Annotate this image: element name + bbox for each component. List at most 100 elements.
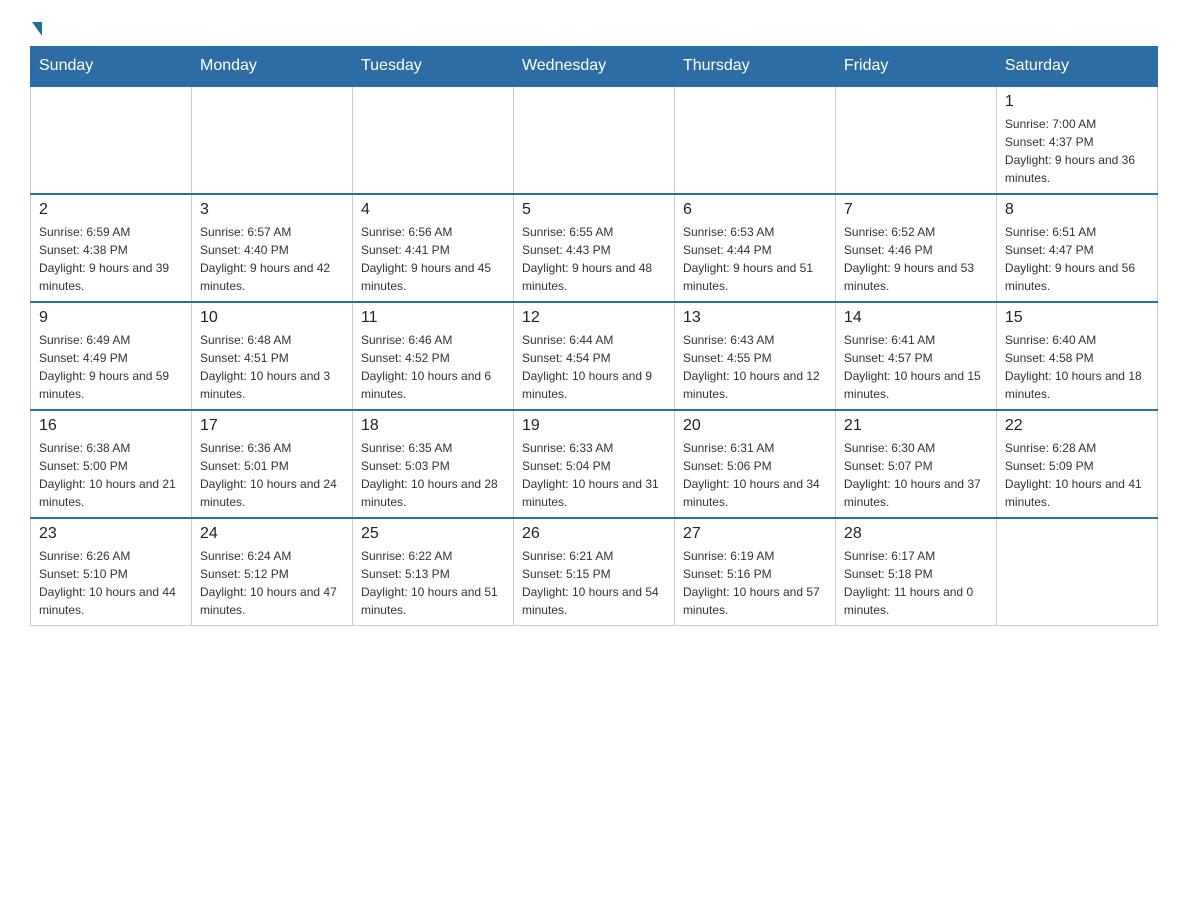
weekday-header-saturday: Saturday [996, 47, 1157, 87]
weekday-header-tuesday: Tuesday [352, 47, 513, 87]
day-info: Sunrise: 6:35 AM Sunset: 5:03 PM Dayligh… [361, 439, 505, 511]
day-info: Sunrise: 6:38 AM Sunset: 5:00 PM Dayligh… [39, 439, 183, 511]
day-number: 17 [200, 417, 344, 435]
day-number: 6 [683, 201, 827, 219]
calendar-day-cell [835, 86, 996, 194]
logo-text [30, 20, 42, 36]
day-info: Sunrise: 6:28 AM Sunset: 5:09 PM Dayligh… [1005, 439, 1149, 511]
day-info: Sunrise: 6:55 AM Sunset: 4:43 PM Dayligh… [522, 223, 666, 295]
calendar-day-cell [674, 86, 835, 194]
day-number: 9 [39, 309, 183, 327]
day-number: 16 [39, 417, 183, 435]
calendar-day-cell: 15 Sunrise: 6:40 AM Sunset: 4:58 PM Dayli… [996, 302, 1157, 410]
day-info: Sunrise: 6:19 AM Sunset: 5:16 PM Dayligh… [683, 547, 827, 619]
day-info: Sunrise: 6:56 AM Sunset: 4:41 PM Dayligh… [361, 223, 505, 295]
day-number: 15 [1005, 309, 1149, 327]
day-info: Sunrise: 6:51 AM Sunset: 4:47 PM Dayligh… [1005, 223, 1149, 295]
day-number: 13 [683, 309, 827, 327]
weekday-header-thursday: Thursday [674, 47, 835, 87]
day-info: Sunrise: 6:24 AM Sunset: 5:12 PM Dayligh… [200, 547, 344, 619]
calendar-day-cell: 19Sunrise: 6:33 AM Sunset: 5:04 PM Dayli… [513, 410, 674, 518]
calendar-day-cell: 25Sunrise: 6:22 AM Sunset: 5:13 PM Dayli… [352, 518, 513, 626]
day-info: Sunrise: 6:41 AM Sunset: 4:57 PM Dayligh… [844, 331, 988, 403]
day-number: 11 [361, 309, 505, 327]
day-number: 23 [39, 525, 183, 543]
calendar-day-cell: 11 Sunrise: 6:46 AM Sunset: 4:52 PM Dayli… [352, 302, 513, 410]
day-info: Sunrise: 6:59 AM Sunset: 4:38 PM Dayligh… [39, 223, 183, 295]
calendar-table: SundayMondayTuesdayWednesdayThursdayFrid… [30, 46, 1158, 626]
day-info: Sunrise: 7:00 AM Sunset: 4:37 PM Dayligh… [1005, 115, 1149, 187]
day-number: 4 [361, 201, 505, 219]
logo-arrow-icon [32, 22, 42, 36]
calendar-week-row: 23Sunrise: 6:26 AM Sunset: 5:10 PM Dayli… [31, 518, 1158, 626]
calendar-day-cell: 8 Sunrise: 6:51 AM Sunset: 4:47 PM Daylig… [996, 194, 1157, 302]
calendar-day-cell: 16 Sunrise: 6:38 AM Sunset: 5:00 PM Dayli… [31, 410, 192, 518]
weekday-header-friday: Friday [835, 47, 996, 87]
calendar-day-cell [513, 86, 674, 194]
day-number: 10 [200, 309, 344, 327]
day-info: Sunrise: 6:36 AM Sunset: 5:01 PM Dayligh… [200, 439, 344, 511]
calendar-day-cell: 4 Sunrise: 6:56 AM Sunset: 4:41 PM Daylig… [352, 194, 513, 302]
logo [30, 20, 42, 36]
day-info: Sunrise: 6:43 AM Sunset: 4:55 PM Dayligh… [683, 331, 827, 403]
day-info: Sunrise: 6:21 AM Sunset: 5:15 PM Dayligh… [522, 547, 666, 619]
day-number: 14 [844, 309, 988, 327]
day-info: Sunrise: 6:46 AM Sunset: 4:52 PM Dayligh… [361, 331, 505, 403]
day-info: Sunrise: 6:57 AM Sunset: 4:40 PM Dayligh… [200, 223, 344, 295]
calendar-day-cell: 2 Sunrise: 6:59 AM Sunset: 4:38 PM Daylig… [31, 194, 192, 302]
day-number: 27 [683, 525, 827, 543]
calendar-day-cell [31, 86, 192, 194]
calendar-day-cell: 28 Sunrise: 6:17 AM Sunset: 5:18 PM Dayli… [835, 518, 996, 626]
calendar-day-cell: 27 Sunrise: 6:19 AM Sunset: 5:16 PM Dayli… [674, 518, 835, 626]
day-number: 18 [361, 417, 505, 435]
day-info: Sunrise: 6:52 AM Sunset: 4:46 PM Dayligh… [844, 223, 988, 295]
day-info: Sunrise: 6:17 AM Sunset: 5:18 PM Dayligh… [844, 547, 988, 619]
day-number: 22 [1005, 417, 1149, 435]
calendar-day-cell: 5 Sunrise: 6:55 AM Sunset: 4:43 PM Daylig… [513, 194, 674, 302]
calendar-day-cell: 20 Sunrise: 6:31 AM Sunset: 5:06 PM Dayli… [674, 410, 835, 518]
day-number: 12 [522, 309, 666, 327]
day-number: 5 [522, 201, 666, 219]
calendar-day-cell: 13 Sunrise: 6:43 AM Sunset: 4:55 PM Dayli… [674, 302, 835, 410]
calendar-day-cell: 24 Sunrise: 6:24 AM Sunset: 5:12 PM Dayli… [191, 518, 352, 626]
calendar-day-cell: 7 Sunrise: 6:52 AM Sunset: 4:46 PM Daylig… [835, 194, 996, 302]
calendar-day-cell: 26 Sunrise: 6:21 AM Sunset: 5:15 PM Dayli… [513, 518, 674, 626]
day-number: 3 [200, 201, 344, 219]
calendar-day-cell: 12 Sunrise: 6:44 AM Sunset: 4:54 PM Dayli… [513, 302, 674, 410]
day-number: 7 [844, 201, 988, 219]
day-number: 1 [1005, 93, 1149, 111]
calendar-week-row: 1 Sunrise: 7:00 AM Sunset: 4:37 PM Daylig… [31, 86, 1158, 194]
day-number: 21 [844, 417, 988, 435]
weekday-header-sunday: Sunday [31, 47, 192, 87]
day-info: Sunrise: 6:40 AM Sunset: 4:58 PM Dayligh… [1005, 331, 1149, 403]
weekday-header-wednesday: Wednesday [513, 47, 674, 87]
calendar-day-cell: 10 Sunrise: 6:48 AM Sunset: 4:51 PM Dayli… [191, 302, 352, 410]
calendar-week-row: 2 Sunrise: 6:59 AM Sunset: 4:38 PM Daylig… [31, 194, 1158, 302]
day-number: 28 [844, 525, 988, 543]
calendar-week-row: 9Sunrise: 6:49 AM Sunset: 4:49 PM Daylig… [31, 302, 1158, 410]
day-info: Sunrise: 6:53 AM Sunset: 4:44 PM Dayligh… [683, 223, 827, 295]
calendar-day-cell: 3 Sunrise: 6:57 AM Sunset: 4:40 PM Daylig… [191, 194, 352, 302]
day-info: Sunrise: 6:44 AM Sunset: 4:54 PM Dayligh… [522, 331, 666, 403]
day-number: 20 [683, 417, 827, 435]
day-info: Sunrise: 6:33 AM Sunset: 5:04 PM Dayligh… [522, 439, 666, 511]
day-info: Sunrise: 6:31 AM Sunset: 5:06 PM Dayligh… [683, 439, 827, 511]
day-info: Sunrise: 6:22 AM Sunset: 5:13 PM Dayligh… [361, 547, 505, 619]
calendar-header-row: SundayMondayTuesdayWednesdayThursdayFrid… [31, 47, 1158, 87]
calendar-day-cell [191, 86, 352, 194]
day-info: Sunrise: 6:48 AM Sunset: 4:51 PM Dayligh… [200, 331, 344, 403]
page-header [30, 20, 1158, 36]
calendar-day-cell: 1 Sunrise: 7:00 AM Sunset: 4:37 PM Daylig… [996, 86, 1157, 194]
weekday-header-monday: Monday [191, 47, 352, 87]
day-number: 2 [39, 201, 183, 219]
calendar-day-cell: 21 Sunrise: 6:30 AM Sunset: 5:07 PM Dayli… [835, 410, 996, 518]
day-number: 26 [522, 525, 666, 543]
day-number: 8 [1005, 201, 1149, 219]
calendar-day-cell: 23Sunrise: 6:26 AM Sunset: 5:10 PM Dayli… [31, 518, 192, 626]
calendar-week-row: 16 Sunrise: 6:38 AM Sunset: 5:00 PM Dayli… [31, 410, 1158, 518]
calendar-day-cell [996, 518, 1157, 626]
calendar-day-cell: 18 Sunrise: 6:35 AM Sunset: 5:03 PM Dayli… [352, 410, 513, 518]
day-number: 24 [200, 525, 344, 543]
day-info: Sunrise: 6:30 AM Sunset: 5:07 PM Dayligh… [844, 439, 988, 511]
calendar-day-cell: 22 Sunrise: 6:28 AM Sunset: 5:09 PM Dayli… [996, 410, 1157, 518]
